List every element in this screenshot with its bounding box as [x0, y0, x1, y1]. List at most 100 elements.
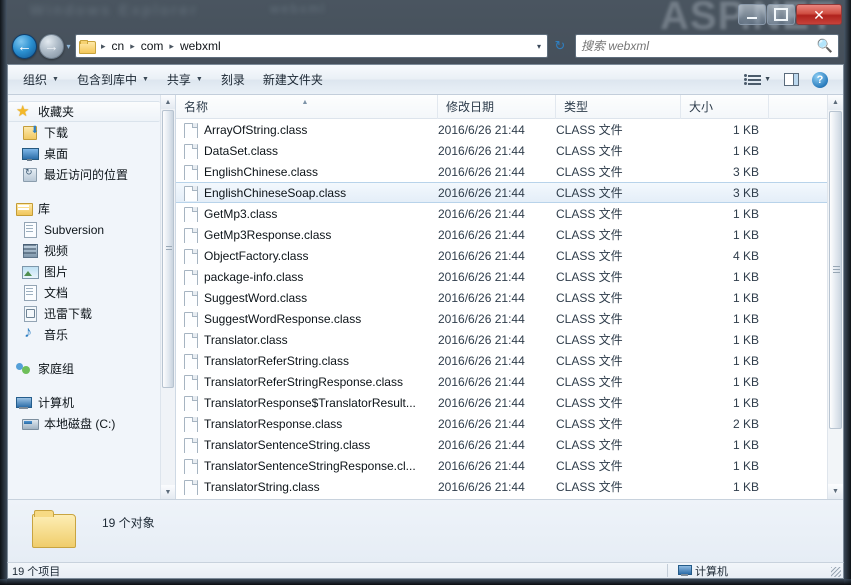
sidebar-item-subversion[interactable]: Subversion: [8, 219, 175, 240]
back-button[interactable]: ←: [12, 33, 37, 59]
table-row[interactable]: ObjectFactory.class 2016/6/26 21:44 CLASS …: [176, 245, 827, 266]
table-row[interactable]: SuggestWord.class 2016/6/26 21:44 CLASS 文件…: [176, 287, 827, 308]
refresh-button[interactable]: ↻: [549, 34, 571, 58]
list-scroll-thumb[interactable]: [829, 111, 842, 429]
file-icon: [184, 122, 198, 138]
file-icon: [184, 479, 198, 495]
sidebar-item-music[interactable]: 音乐: [8, 324, 175, 345]
sidebar-item-local-disk-c[interactable]: 本地磁盘 (C:): [8, 413, 175, 434]
burn-button[interactable]: 刻录: [212, 67, 254, 92]
list-scroll-down-button[interactable]: ▼: [827, 484, 843, 499]
resize-grip[interactable]: [831, 567, 841, 577]
sidebar-scroll-thumb[interactable]: [162, 110, 174, 388]
table-row[interactable]: DataSet.class 2016/6/26 21:44 CLASS 文件 1 KB: [176, 140, 827, 161]
table-row[interactable]: ArrayOfString.class 2016/6/26 21:44 CLASS …: [176, 119, 827, 140]
file-name-cell: TranslatorReferStringResponse.class: [176, 374, 438, 390]
share-button[interactable]: 共享 ▼: [158, 67, 212, 92]
table-row[interactable]: TranslatorString.class 2016/6/26 21:44 CLA…: [176, 476, 827, 497]
file-date-cell: 2016/6/26 21:44: [438, 122, 525, 137]
list-scroll-up-button[interactable]: ▲: [827, 95, 843, 110]
file-icon: [184, 290, 198, 306]
sidebar-item-desktop[interactable]: 桌面: [8, 143, 175, 164]
file-date-cell: 2016/6/26 21:44: [438, 353, 525, 368]
close-button[interactable]: ✕: [796, 4, 842, 25]
sidebar-item-pictures[interactable]: 图片: [8, 261, 175, 282]
file-type-cell: CLASS 文件: [556, 480, 623, 494]
file-name-cell: TranslatorResponse$TranslatorResult...: [176, 395, 438, 411]
address-dropdown-chevron-icon[interactable]: ▾: [537, 42, 545, 51]
table-row[interactable]: TranslatorReferString.class 2016/6/26 21:…: [176, 350, 827, 371]
table-row[interactable]: TranslatorReferStringResponse.class 2016/…: [176, 371, 827, 392]
column-header-extra[interactable]: [769, 95, 831, 119]
sidebar-item-recent-places[interactable]: 最近访问的位置: [8, 164, 175, 185]
table-row[interactable]: EnglishChineseSoap.class 2016/6/26 21:44 C…: [176, 182, 827, 203]
sidebar-item-videos[interactable]: 视频: [8, 240, 175, 261]
chevron-down-icon: ▼: [764, 76, 771, 83]
column-header-date[interactable]: 修改日期: [438, 95, 556, 119]
table-row[interactable]: Translator.class 2016/6/26 21:44 CLASS 文件 1…: [176, 329, 827, 350]
include-in-library-button[interactable]: 包含到库中 ▼: [68, 67, 158, 92]
recent-pages-chevron-icon[interactable]: ▾: [64, 42, 73, 51]
sidebar-item-homegroup[interactable]: 家庭组: [8, 358, 175, 379]
breadcrumb-item-com[interactable]: com: [138, 37, 167, 55]
sidebar-item-downloads[interactable]: 下载: [8, 122, 175, 143]
breadcrumb-item-webxml[interactable]: webxml: [177, 37, 224, 55]
table-row[interactable]: TranslatorResponse.class 2016/6/26 21:44 C…: [176, 413, 827, 434]
change-view-button[interactable]: ▼: [743, 72, 776, 88]
sidebar-label-subversion: Subversion: [44, 222, 105, 237]
file-name-label: TranslatorString.class: [204, 479, 320, 494]
picture-icon: [22, 264, 39, 279]
table-row[interactable]: GetMp3Response.class 2016/6/26 21:44 CLASS…: [176, 224, 827, 245]
music-icon: [22, 324, 38, 342]
address-bar[interactable]: ▸ cn ▸ com ▸ webxml ▾: [75, 34, 548, 58]
file-size-cell: 1 KB: [732, 122, 759, 137]
column-header-type[interactable]: 类型: [556, 95, 681, 119]
help-button[interactable]: ?: [807, 69, 833, 91]
column-header-size[interactable]: 大小: [681, 95, 769, 119]
preview-pane-button[interactable]: [779, 70, 804, 89]
sidebar-item-favorites[interactable]: 收藏夹: [8, 101, 160, 122]
file-name-label: TranslatorSentenceStringResponse.cl...: [204, 458, 416, 473]
file-type-cell: CLASS 文件: [556, 228, 623, 242]
table-row[interactable]: package-info.class 2016/6/26 21:44 CLASS 文…: [176, 266, 827, 287]
file-icon: [184, 416, 198, 432]
document-icon: [22, 222, 38, 238]
search-box[interactable]: 🔍: [575, 34, 839, 58]
organize-button[interactable]: 组织 ▼: [14, 67, 68, 92]
search-input[interactable]: [581, 39, 817, 53]
table-row[interactable]: TranslatorSentenceString.class 2016/6/26 …: [176, 434, 827, 455]
sidebar-item-documents[interactable]: 文档: [8, 282, 175, 303]
breadcrumb-separator-1: ▸: [130, 40, 135, 51]
new-folder-button[interactable]: 新建文件夹: [254, 67, 332, 92]
search-icon[interactable]: 🔍: [817, 38, 833, 54]
sidebar-scroll-down-button[interactable]: ▼: [160, 485, 175, 499]
file-icon: [184, 374, 198, 390]
sidebar-label-pictures: 图片: [44, 265, 69, 279]
table-row[interactable]: EnglishChinese.class 2016/6/26 21:44 CLASS…: [176, 161, 827, 182]
column-header-name[interactable]: 名称: [176, 95, 438, 119]
recent-places-icon: [22, 167, 38, 182]
table-row[interactable]: SuggestWordResponse.class 2016/6/26 21:44…: [176, 308, 827, 329]
sidebar-item-thunder-download[interactable]: 迅雷下载: [8, 303, 175, 324]
maximize-button[interactable]: [767, 4, 795, 25]
forward-button[interactable]: →: [39, 33, 64, 59]
table-row[interactable]: TranslatorSentenceStringResponse.cl... 20…: [176, 455, 827, 476]
file-type-cell: CLASS 文件: [556, 417, 623, 431]
sidebar-item-libraries[interactable]: 库: [8, 198, 175, 219]
table-row[interactable]: TranslatorResponse$TranslatorResult... 20…: [176, 392, 827, 413]
file-name-label: package-info.class: [204, 269, 304, 284]
table-row[interactable]: GetMp3.class 2016/6/26 21:44 CLASS 文件 1 KB: [176, 203, 827, 224]
sidebar-scroll-up-button[interactable]: ▲: [160, 95, 175, 109]
breadcrumb-item-cn[interactable]: cn: [109, 37, 128, 55]
file-name-cell: GetMp3.class: [176, 206, 438, 222]
breadcrumb-separator-2: ▸: [169, 40, 174, 51]
file-list-scrollbar[interactable]: ▲ ▼: [827, 95, 843, 499]
sidebar-scrollbar[interactable]: ▲ ▼: [160, 95, 175, 499]
file-size-cell: 1 KB: [732, 395, 759, 410]
star-icon: [16, 102, 32, 120]
minimize-button[interactable]: [738, 4, 766, 25]
file-type-cell: CLASS 文件: [556, 375, 623, 389]
sidebar-item-computer[interactable]: 计算机: [8, 392, 175, 413]
file-list-rows: ArrayOfString.class 2016/6/26 21:44 CLASS …: [176, 119, 827, 499]
